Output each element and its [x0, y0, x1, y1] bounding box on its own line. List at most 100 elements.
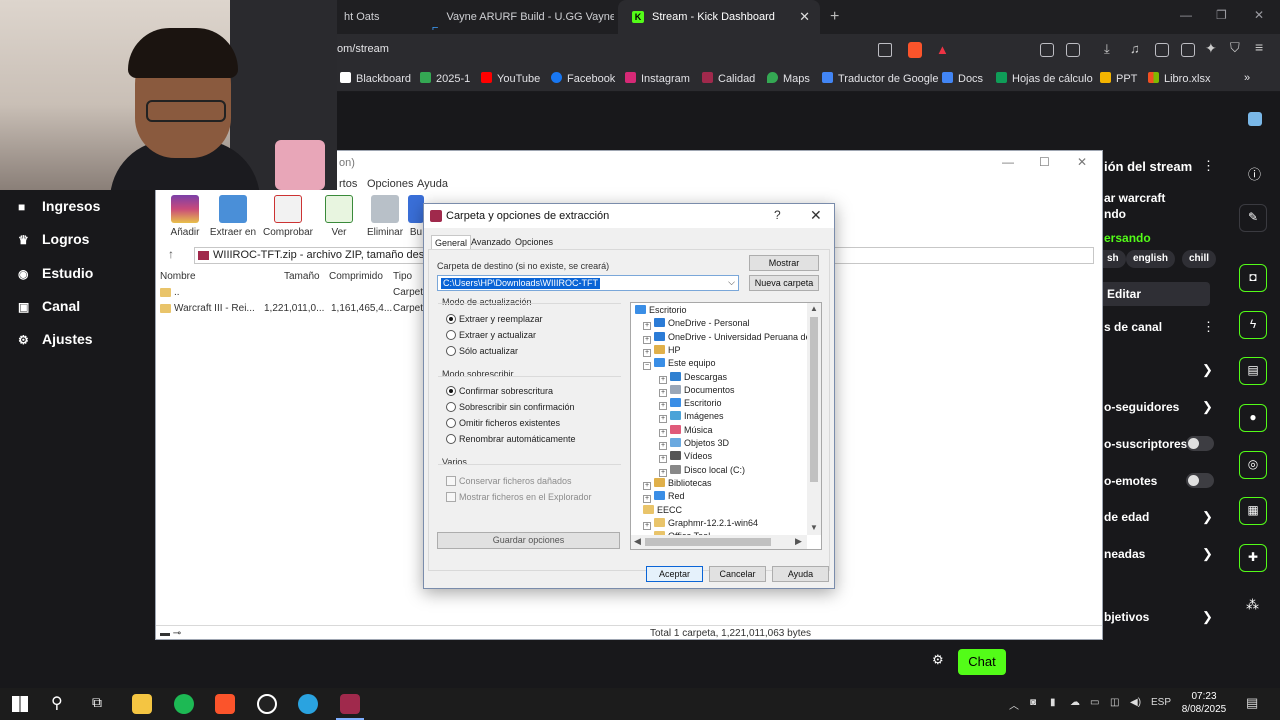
brave-icon[interactable]	[215, 694, 235, 714]
bolt-icon[interactable]: ϟ	[1239, 311, 1267, 339]
tree-node[interactable]: − Este equipo	[643, 358, 716, 371]
tab-options[interactable]: Opciones	[512, 235, 556, 249]
scroll-thumb[interactable]	[810, 317, 818, 482]
tree-node[interactable]: + HP	[643, 344, 681, 357]
wrench-icon[interactable]: ✚	[1239, 544, 1267, 572]
folder-tree[interactable]: Escritorio + OneDrive - Personal + OneDrive …	[630, 302, 822, 550]
sidebar-icon[interactable]	[1155, 43, 1169, 57]
search-icon[interactable]: ⚲	[51, 693, 63, 713]
close-icon[interactable]: ✕	[799, 0, 810, 34]
bookmark-item[interactable]: YouTube	[481, 72, 540, 85]
column-type[interactable]: Tipo	[393, 271, 412, 282]
tree-node[interactable]: + Descargas	[659, 371, 727, 384]
bookmark-item[interactable]: Docs	[942, 72, 983, 85]
tab-advanced[interactable]: Avanzado	[468, 235, 514, 249]
tree-node[interactable]: + Disco local (C:)	[659, 464, 745, 477]
nav-estudio[interactable]: ◉ Estudio	[18, 265, 93, 281]
bookmark-item[interactable]: Maps	[767, 72, 810, 85]
column-size[interactable]: Tamaño	[284, 271, 320, 282]
tree-node[interactable]: + OneDrive - Personal	[643, 318, 750, 331]
radio-update-only[interactable]: Sólo actualizar	[446, 346, 518, 356]
bookmark-item[interactable]: Libro.xlsx	[1148, 72, 1210, 85]
windows-start-icon[interactable]	[12, 696, 28, 712]
expand-icon[interactable]: +	[643, 348, 651, 357]
menu-item[interactable]: Opciones	[367, 178, 413, 190]
tree-node[interactable]: + OneDrive - Universidad Peruana de C	[643, 331, 820, 344]
tree-node[interactable]: + Graphmr-12.2.1-win64	[643, 517, 758, 530]
checkbox-keep-broken[interactable]: Conservar ficheros dañados	[446, 476, 572, 486]
browser-tab[interactable]: ht Oats	[330, 0, 410, 34]
tree-node[interactable]: + Red	[643, 491, 685, 504]
extensions-icon[interactable]	[1040, 43, 1054, 57]
bookmark-item[interactable]: Hojas de cálculo	[996, 72, 1093, 85]
share-icon[interactable]	[878, 43, 892, 57]
arrow-up-icon[interactable]: ↑	[168, 247, 174, 261]
help-icon[interactable]: ?	[774, 208, 781, 222]
onedrive-icon[interactable]: ☁	[1070, 697, 1080, 708]
camera-tray-icon[interactable]: ◙	[1030, 697, 1036, 708]
bookmark-item[interactable]: PPT	[1100, 72, 1137, 85]
nodes-icon[interactable]: ⁂	[1246, 597, 1259, 613]
camera-icon[interactable]: ◘	[1239, 264, 1267, 292]
expand-icon[interactable]: +	[659, 375, 667, 384]
expand-icon[interactable]: +	[643, 495, 651, 504]
nav-ajustes[interactable]: ⚙ Ajustes	[18, 331, 93, 347]
minimize-icon[interactable]: —	[1002, 155, 1014, 169]
screenshot-icon[interactable]	[1066, 43, 1080, 57]
collapse-icon[interactable]: −	[643, 362, 651, 371]
download-icon[interactable]: ⤓	[1104, 41, 1110, 57]
language-indicator[interactable]: ESP	[1151, 697, 1171, 708]
notification-icon[interactable]: ▤	[1246, 695, 1258, 711]
edit-button[interactable]: Editar	[1100, 282, 1210, 306]
view-button[interactable]: Ver	[313, 195, 365, 238]
maximize-icon[interactable]: ☐	[1039, 155, 1050, 169]
expand-icon[interactable]: +	[659, 388, 667, 397]
expand-icon[interactable]: +	[643, 481, 651, 490]
column-packed[interactable]: Comprimido	[329, 271, 383, 282]
close-window-icon[interactable]: ✕	[1254, 8, 1264, 22]
tag-chip[interactable]: chill	[1182, 250, 1217, 268]
broadcast-icon[interactable]: ◎	[1239, 451, 1267, 479]
task-view-icon[interactable]: ⧉	[92, 694, 102, 711]
nav-ingresos[interactable]: ■ Ingresos	[18, 198, 100, 214]
chevron-up-icon[interactable]: ︿	[1009, 697, 1019, 712]
network-icon[interactable]: ◫	[1110, 697, 1119, 708]
bookmark-item[interactable]: Calidad	[702, 72, 755, 85]
bookmark-item[interactable]: Blackboard	[340, 72, 411, 85]
toggle-switch[interactable]	[1186, 473, 1214, 488]
info-icon[interactable]: ⓘ	[1248, 164, 1261, 183]
expand-icon[interactable]: +	[659, 428, 667, 437]
chevron-right-icon[interactable]: ❯	[1202, 509, 1213, 525]
new-folder-button[interactable]: Nueva carpeta	[749, 275, 819, 291]
brave-shield-icon[interactable]	[908, 42, 922, 58]
ok-button[interactable]: Aceptar	[646, 566, 703, 582]
telegram-icon[interactable]	[298, 694, 318, 714]
tree-node[interactable]: + Objetos 3D	[659, 438, 729, 450]
minimize-icon[interactable]: —	[1180, 8, 1192, 22]
layout-icon[interactable]: ▦	[1239, 497, 1267, 525]
new-tab-button[interactable]: +	[830, 8, 839, 26]
tree-node[interactable]: + Vídeos	[659, 451, 712, 464]
radio-auto-rename[interactable]: Renombrar automáticamente	[446, 434, 576, 444]
scroll-up-icon[interactable]: ▲	[810, 304, 818, 313]
clock[interactable]: 07:23 8/08/2025	[1178, 690, 1230, 716]
scroll-left-icon[interactable]: ◀	[634, 536, 641, 547]
cancel-button[interactable]: Cancelar	[709, 566, 766, 582]
radio-extract-update[interactable]: Extraer y actualizar	[446, 330, 536, 340]
vpn-icon[interactable]: ⛉	[1230, 40, 1240, 56]
wallet-icon[interactable]	[1181, 43, 1195, 57]
more-icon[interactable]: ⋮	[1202, 319, 1215, 335]
pencil-icon[interactable]: ✎	[1239, 204, 1267, 232]
gear-icon[interactable]: ⚙	[932, 652, 944, 668]
nav-canal[interactable]: ▣ Canal	[18, 298, 80, 314]
radio-extract-replace[interactable]: Extraer y reemplazar	[446, 314, 543, 324]
save-options-button[interactable]: Guardar opciones	[437, 532, 620, 549]
spotify-icon[interactable]	[174, 694, 194, 714]
browser-tab[interactable]: ⌐ Vayne ARURF Build - U.GG Vayne Ru	[418, 0, 614, 34]
chevron-right-icon[interactable]: ❯	[1202, 399, 1213, 415]
bookmarks-overflow[interactable]: »	[1244, 72, 1250, 84]
menu-item[interactable]: Ayuda	[417, 178, 448, 190]
chat-button[interactable]: Chat	[958, 649, 1006, 675]
scroll-thumb[interactable]	[645, 538, 771, 546]
checkbox-show-in-explorer[interactable]: Mostrar ficheros en el Explorador	[446, 492, 592, 502]
